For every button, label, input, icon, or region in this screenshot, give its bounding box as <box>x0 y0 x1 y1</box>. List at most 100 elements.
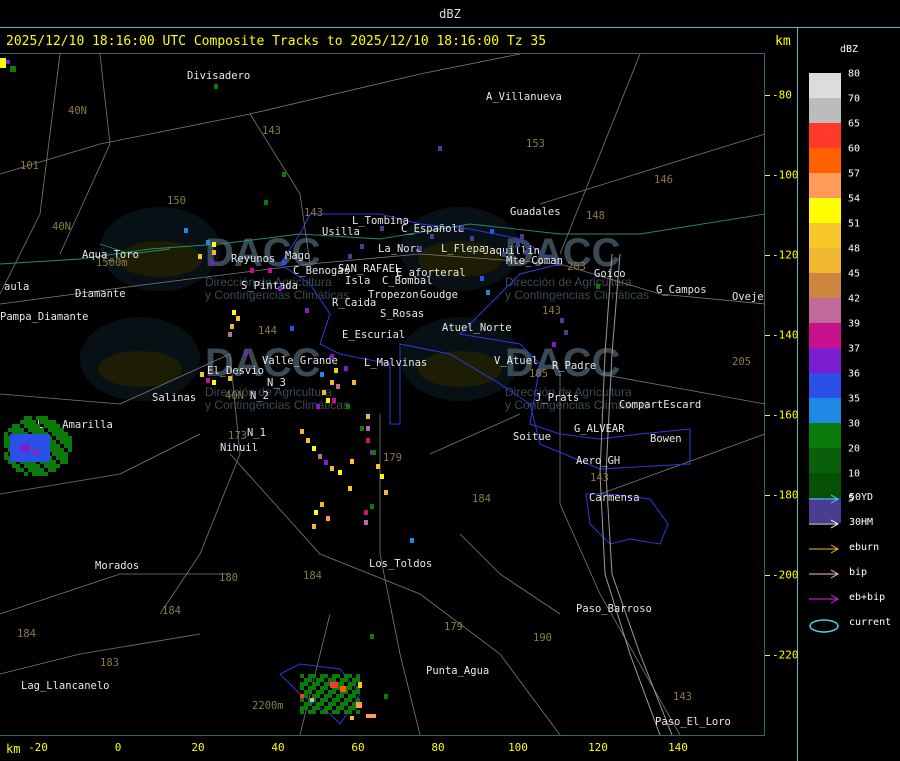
dbz-legend: dBZ 80 70 65 60 57 54 51 48 45 42 39 37 36 35 30 20 10 5 … <box>800 30 900 761</box>
echo-cell <box>410 538 414 543</box>
place-label: SAN_RAFAEL <box>338 263 401 275</box>
echo-cell <box>356 678 360 682</box>
echo-cell <box>60 440 64 444</box>
route-number: 148 <box>586 210 605 222</box>
route-number: 143 <box>304 207 323 219</box>
echo-cell <box>44 464 48 468</box>
echo-cell <box>14 446 18 450</box>
echo-cell <box>14 442 18 446</box>
y-tick-label: -220 <box>772 648 799 662</box>
echo-cell <box>352 678 356 682</box>
echo-cell <box>46 446 50 450</box>
echo-cell <box>42 438 46 442</box>
route-number: 184 <box>472 493 491 505</box>
echo-cell <box>30 454 34 458</box>
echo-cell <box>42 454 46 458</box>
echo-cell <box>14 450 18 454</box>
echo-cell <box>40 472 44 476</box>
route-number: 183 <box>100 657 119 669</box>
echo-cell <box>4 432 8 436</box>
echo-cell <box>332 698 336 702</box>
place-label: L_Malvinas <box>364 357 427 369</box>
echo-cell <box>48 420 52 424</box>
echo-cell <box>306 438 310 443</box>
echo-cell <box>356 690 360 694</box>
y-tick-label: -160 <box>772 408 799 422</box>
echo-cell <box>366 414 370 419</box>
echo-cell <box>56 444 60 448</box>
place-label: Lag_Llancanelo <box>21 680 110 692</box>
route-number: 143 <box>262 125 281 137</box>
x-tick-label: 40 <box>271 741 285 754</box>
echo-cell <box>18 458 22 462</box>
echo-cell <box>336 710 340 714</box>
track-legend-item: bip <box>809 567 899 581</box>
y-tick-label: -100 <box>772 168 799 182</box>
echo-cell <box>344 698 348 702</box>
echo-cell <box>46 442 50 446</box>
echo-cell <box>552 342 556 347</box>
y-tick-mark <box>765 255 770 256</box>
echo-cell <box>26 438 30 442</box>
place-label: Morados <box>95 560 139 572</box>
radar-map[interactable]: DACCDirección de Agriculturay Contingenc… <box>0 54 765 735</box>
echo-cell <box>328 690 332 694</box>
echo-cell <box>4 456 8 460</box>
place-label: V_Atuel <box>494 355 538 367</box>
echo-cell <box>344 702 348 706</box>
echo-cell <box>282 172 286 177</box>
echo-cell <box>340 694 344 698</box>
echo-cell <box>44 472 48 476</box>
echo-cell <box>366 438 370 443</box>
route-number: 143 <box>673 691 692 703</box>
echo-cell <box>20 428 24 432</box>
echo-cell <box>320 698 324 702</box>
echo-cell <box>60 452 64 456</box>
echo-cell <box>14 434 18 438</box>
echo-cell <box>64 444 68 448</box>
echo-cell <box>300 694 304 698</box>
echo-cell <box>36 416 40 420</box>
y-tick-mark <box>765 335 770 336</box>
echo-cell <box>40 468 44 472</box>
echo-cell <box>40 428 44 432</box>
echo-cell <box>480 276 484 281</box>
route-number: 101 <box>20 160 39 172</box>
echo-cell <box>40 420 44 424</box>
echo-cell <box>38 438 42 442</box>
route-number: 144 <box>258 325 277 337</box>
echo-cell <box>56 464 60 468</box>
echo-cell <box>20 468 24 472</box>
legend-color-swatch <box>809 273 841 298</box>
place-label: Paso_Barroso <box>576 603 652 615</box>
echo-cell <box>300 429 304 434</box>
echo-cell <box>336 694 340 698</box>
echo-cell <box>36 468 40 472</box>
place-label: Guadales <box>510 206 561 218</box>
echo-cell <box>324 674 328 678</box>
echo-cell <box>214 84 218 89</box>
echo-cell <box>10 442 14 446</box>
echo-cell <box>56 432 60 436</box>
echo-cell <box>10 450 14 454</box>
y-tick-mark <box>765 415 770 416</box>
echo-cell <box>364 510 368 515</box>
echo-cell <box>340 686 346 692</box>
echo-cell <box>348 682 352 686</box>
echo-cell <box>340 678 344 682</box>
echo-cell <box>316 694 320 698</box>
echo-cell <box>42 450 46 454</box>
echo-cell <box>48 468 52 472</box>
echo-cell <box>32 420 36 424</box>
route-number: 40N <box>68 105 87 117</box>
echo-cell <box>308 702 312 706</box>
echo-cell <box>300 674 304 678</box>
route-number: 143 <box>542 305 561 317</box>
echo-cell <box>332 690 336 694</box>
echo-cell <box>244 350 248 355</box>
echo-cell <box>12 464 16 468</box>
place-label: A_Villanueva <box>486 91 562 103</box>
echo-cell <box>356 702 362 708</box>
place-label: Usilla <box>322 226 360 238</box>
echo-cell <box>42 442 46 446</box>
